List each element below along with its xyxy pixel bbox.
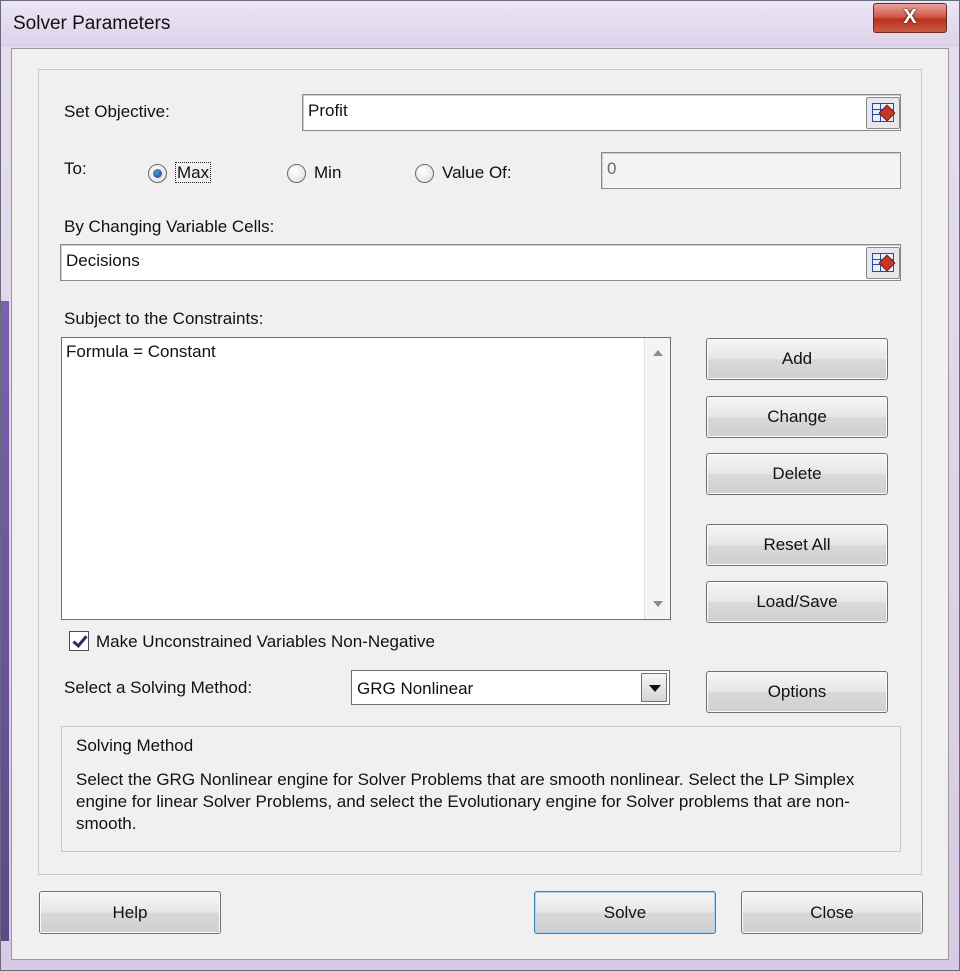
load-save-button[interactable]: Load/Save [706, 581, 888, 623]
solving-method-select[interactable]: GRG Nonlinear [351, 670, 670, 705]
scroll-down-icon[interactable] [653, 601, 663, 607]
solver-parameters-dialog: Solver Parameters X Set Objective: Profi… [0, 0, 960, 971]
variable-cells-input[interactable]: Decisions [60, 244, 901, 281]
chevron-down-icon[interactable] [641, 673, 667, 702]
solving-method-value: GRG Nonlinear [357, 679, 474, 698]
solving-method-label: Select a Solving Method: [64, 678, 253, 697]
options-button[interactable]: Options [706, 671, 888, 713]
solving-method-group: Solving Method Select the GRG Nonlinear … [61, 726, 901, 852]
add-button[interactable]: Add [706, 338, 888, 380]
radio-min-label: Min [314, 163, 342, 182]
radio-max-label-wrap: Max [175, 162, 212, 183]
variable-cells-label: By Changing Variable Cells: [64, 217, 275, 236]
range-select-icon[interactable] [866, 97, 900, 129]
objective-input[interactable]: Profit [302, 94, 901, 131]
solving-method-description: Select the GRG Nonlinear engine for Solv… [76, 770, 855, 833]
reset-all-button[interactable]: Reset All [706, 524, 888, 566]
radio-max-label: Max [175, 162, 212, 183]
radio-value-of-label: Value Of: [442, 163, 512, 182]
constraints-label: Subject to the Constraints: [64, 309, 264, 328]
window-frame-accent [1, 301, 9, 941]
close-icon[interactable]: X [873, 3, 947, 33]
help-button[interactable]: Help [39, 891, 221, 934]
nonnegative-checkbox[interactable] [69, 631, 89, 651]
set-objective-label: Set Objective: [64, 102, 170, 121]
dialog-title: Solver Parameters [13, 13, 171, 34]
radio-min[interactable] [287, 164, 306, 183]
value-of-input[interactable]: 0 [601, 152, 901, 189]
change-button[interactable]: Change [706, 396, 888, 438]
to-label: To: [64, 159, 87, 178]
scrollbar[interactable] [644, 338, 670, 619]
solving-method-title: Solving Method [76, 736, 194, 755]
close-button[interactable]: Close [741, 891, 923, 934]
constraints-list[interactable]: Formula = Constant [61, 337, 671, 620]
radio-value-of[interactable] [415, 164, 434, 183]
title-bar[interactable]: Solver Parameters X [1, 1, 959, 47]
delete-button[interactable]: Delete [706, 453, 888, 495]
nonnegative-label: Make Unconstrained Variables Non-Negativ… [96, 632, 435, 651]
list-item[interactable]: Formula = Constant [66, 342, 216, 362]
range-select-icon[interactable] [866, 247, 900, 279]
scroll-up-icon[interactable] [653, 350, 663, 356]
radio-max[interactable] [148, 164, 167, 183]
solve-button[interactable]: Solve [534, 891, 716, 934]
